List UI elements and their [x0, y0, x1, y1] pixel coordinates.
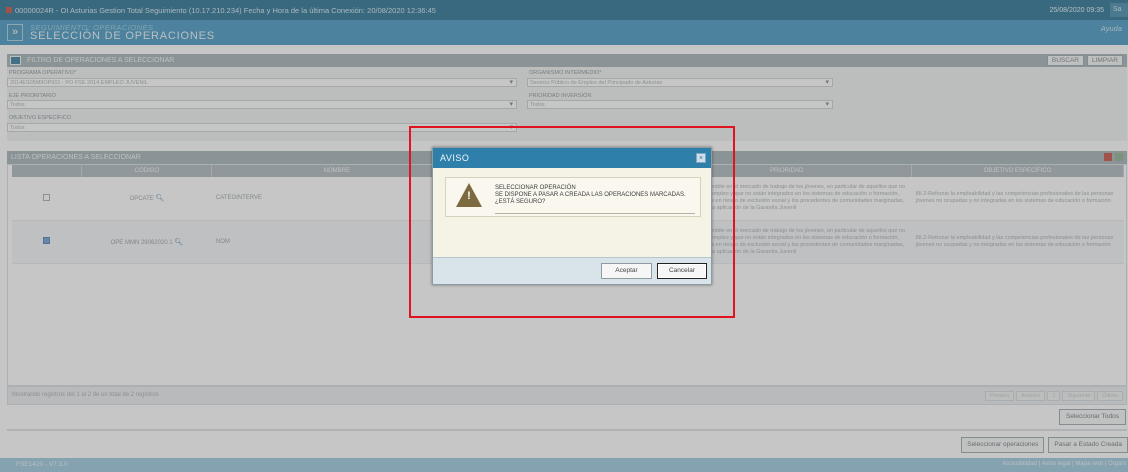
- highlight-box: [409, 126, 735, 318]
